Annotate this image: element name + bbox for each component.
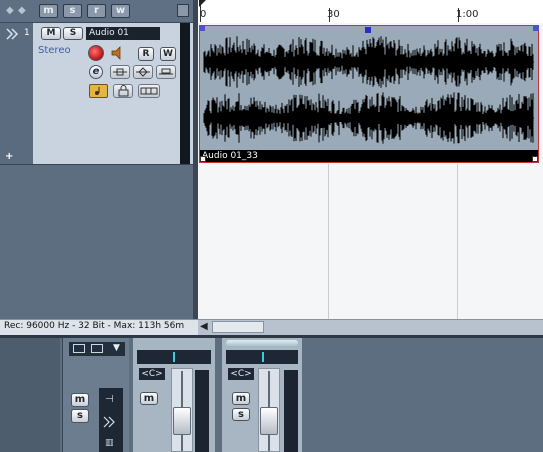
track-list-empty-area <box>0 164 193 319</box>
horizontal-scrollbar[interactable]: ◀ <box>198 319 543 335</box>
track-level-meter <box>180 23 190 164</box>
scroll-left-icon[interactable]: ◀ <box>200 321 208 332</box>
edit-channel-button[interactable]: e <box>89 65 103 79</box>
channel-mute-button[interactable]: m <box>140 392 158 405</box>
channel-insert-slot[interactable] <box>226 350 298 364</box>
track-list-header: ◆ ◆ m s r w <box>0 0 193 23</box>
grid-line <box>457 164 458 319</box>
mixer-view-icon-b[interactable] <box>91 344 103 353</box>
send-bypass-icon[interactable] <box>156 65 176 79</box>
event-size-handle-left[interactable] <box>200 156 206 162</box>
mixer: ▼ m s ⊣ ▥ <C> m <C> m s <box>0 338 543 452</box>
mixer-global-solo-button[interactable]: s <box>71 409 89 423</box>
expand-all-icon[interactable]: ◆ <box>6 5 14 16</box>
global-mute-button[interactable]: m <box>39 4 58 18</box>
read-automation-button[interactable]: R <box>138 47 154 61</box>
mixer-view-options[interactable]: ▼ <box>69 342 125 356</box>
channel-color-bar[interactable] <box>226 340 298 346</box>
fader-track[interactable] <box>171 368 193 452</box>
add-track-icon[interactable]: + <box>5 151 13 162</box>
audio-track[interactable]: 1 + M S Audio 01 Stereo R W e <box>0 23 193 164</box>
ruler[interactable]: 0 30 1:00 <box>198 0 543 24</box>
track-number: 1 <box>24 28 30 38</box>
track-mute-button[interactable]: M <box>41 27 61 40</box>
input-channel-icon[interactable]: ⊣ <box>105 394 114 405</box>
pan-control[interactable]: <C> <box>139 368 165 380</box>
input-level-indicator <box>262 352 264 362</box>
global-write-button[interactable]: w <box>111 4 130 18</box>
pan-control[interactable]: <C> <box>228 368 254 380</box>
event-fade-in-handle[interactable] <box>199 25 205 31</box>
channel-solo-button[interactable]: s <box>232 408 250 421</box>
grid-line <box>328 164 329 319</box>
lanes-icon[interactable] <box>138 84 160 98</box>
track-solo-button[interactable]: S <box>63 27 83 40</box>
global-read-button[interactable]: r <box>87 4 106 18</box>
channel-level-meter <box>284 370 298 452</box>
audio-track-icon <box>6 28 19 40</box>
record-enable-button[interactable] <box>88 45 104 61</box>
left-locator-icon[interactable] <box>199 0 207 8</box>
audio-channel-filter-icon[interactable] <box>103 416 119 428</box>
group-channel-filter-icon[interactable]: ▥ <box>105 438 114 448</box>
mixer-view-icon-a[interactable] <box>73 344 85 353</box>
mixer-menu-dropdown-icon[interactable]: ▼ <box>113 343 120 353</box>
lock-icon[interactable] <box>113 84 133 98</box>
event-name: Audio 01_33 <box>202 151 258 161</box>
waveform <box>203 36 534 144</box>
event-name-bar[interactable]: Audio 01_33 <box>200 150 538 162</box>
ruler-label: 30 <box>327 9 340 20</box>
event-size-handle-right[interactable] <box>532 156 538 162</box>
write-automation-button[interactable]: W <box>160 47 176 61</box>
monitor-speaker-icon[interactable] <box>110 46 126 60</box>
ruler-label: 0 <box>200 9 207 20</box>
channel-type-label: Stereo <box>38 45 71 56</box>
collapse-all-icon[interactable]: ◆ <box>18 5 26 16</box>
ruler-label: 1:00 <box>456 9 479 20</box>
mixer-channel-1[interactable]: <C> m <box>133 338 215 452</box>
channel-mute-button[interactable]: m <box>232 392 250 405</box>
status-bar: Rec: 96000 Hz - 32 Bit - Max: 113h 56m <box>0 319 198 335</box>
mixer-filter-column: ⊣ ▥ <box>99 388 123 452</box>
mixer-common-panel: ▼ m s ⊣ ▥ <box>62 338 129 452</box>
waveform-path <box>203 36 534 144</box>
channel-level-meter <box>195 370 209 452</box>
mixer-left-strip <box>0 338 60 452</box>
mixer-channel-2[interactable]: <C> m s <box>222 338 302 452</box>
eq-bypass-icon[interactable] <box>133 65 153 79</box>
input-level-indicator <box>173 352 175 362</box>
scrollbar-thumb[interactable] <box>212 321 264 333</box>
musical-time-base-icon[interactable] <box>89 84 108 98</box>
insert-bypass-icon[interactable] <box>110 65 130 79</box>
mixer-global-mute-button[interactable]: m <box>71 393 89 407</box>
track-color-strip[interactable] <box>0 23 33 164</box>
track-name-field[interactable]: Audio 01 <box>86 27 160 40</box>
global-settings-icon[interactable] <box>177 4 189 17</box>
recording-format-status: Rec: 96000 Hz - 32 Bit - Max: 113h 56m <box>4 321 185 331</box>
volume-fader-handle[interactable] <box>260 407 278 435</box>
global-solo-button[interactable]: s <box>63 4 82 18</box>
audio-event[interactable]: Audio 01_33 <box>199 25 539 163</box>
event-fade-out-handle[interactable] <box>533 25 539 31</box>
fader-track[interactable] <box>258 368 280 452</box>
channel-insert-slot[interactable] <box>137 350 211 364</box>
volume-fader-handle[interactable] <box>173 407 191 435</box>
